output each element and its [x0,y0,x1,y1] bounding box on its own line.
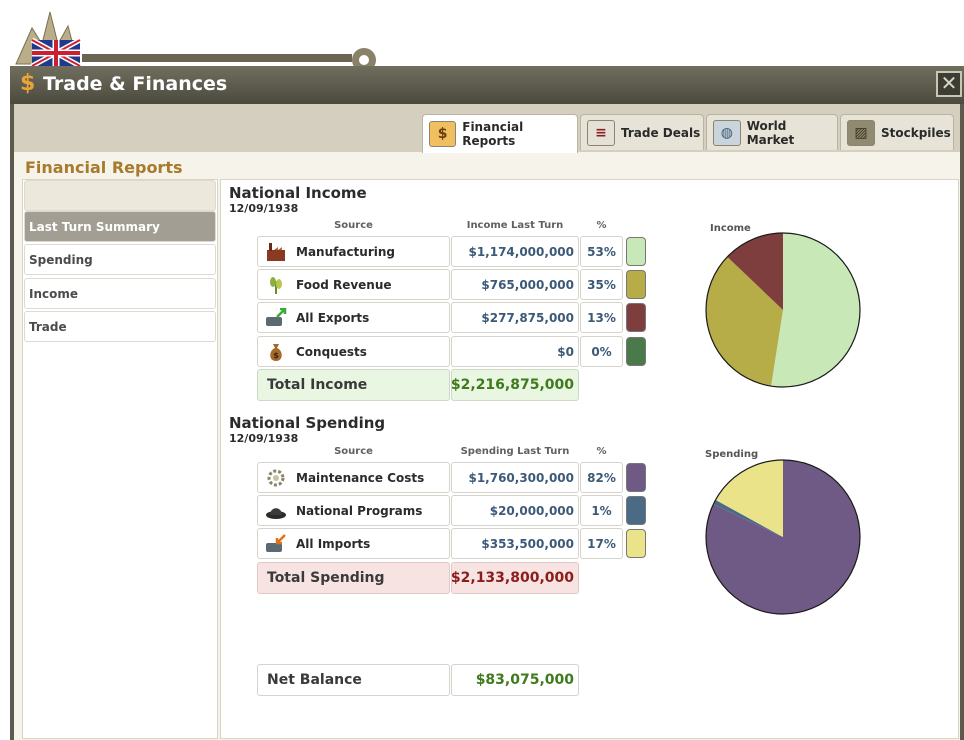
income-source-cell: $ Conquests [257,336,450,367]
net-balance-label: Net Balance [257,664,450,696]
income-source-name: All Exports [296,310,370,325]
income-color-swatch [626,270,646,299]
sidebar-item-blank [24,180,216,211]
tab-label: Trade Deals [621,125,701,140]
tab-bar: $ Financial Reports ≡ Trade Deals ◍ Worl… [14,104,960,153]
spending-color-swatch [626,496,646,525]
sidebar-item-trade[interactable]: Trade [24,311,216,342]
tab-label: World Market [746,118,795,147]
spending-source-cell: National Programs [257,495,450,526]
tab-trade-deals[interactable]: ≡ Trade Deals [580,114,704,150]
income-pct: 35% [580,269,623,300]
income-pie-chart [705,232,861,388]
spending-pie-chart [705,459,861,615]
title-bar: $ Trade & Finances ✕ [10,66,964,104]
window-content: $ Financial Reports ≡ Trade Deals ◍ Worl… [14,104,960,740]
spending-color-swatch [626,463,646,492]
spending-value: $353,500,000 [451,528,579,559]
income-col-pct: % [596,220,607,231]
income-source-name: Food Revenue [296,277,392,292]
spending-source-cell: Maintenance Costs [257,462,450,493]
sidebar-item-last-turn-summary[interactable]: Last Turn Summary [24,211,216,242]
spending-color-swatch [626,529,646,558]
total-income-label: Total Income [257,369,450,401]
gear-icon [264,467,288,489]
spending-col-value: Spending Last Turn [460,446,570,457]
report-sidebar: Last Turn Summary Spending Income Trade [22,179,218,739]
hat-icon [264,500,288,522]
spending-pct: 1% [580,495,623,526]
report-main-panel: National Income 12/09/1938 Source Income… [220,179,959,739]
spending-source-name: National Programs [296,503,423,518]
spending-source-cell: All Imports [257,528,450,559]
income-value: $0 [451,336,579,367]
sidebar-item-income[interactable]: Income [24,278,216,309]
income-pct: 13% [580,302,623,333]
income-source-cell: Food Revenue [257,269,450,300]
income-heading: National Income [229,184,367,202]
spending-source-name: All Imports [296,536,371,551]
spending-value: $20,000,000 [451,495,579,526]
total-spending-label: Total Spending [257,562,450,594]
factory-icon [264,241,288,263]
nation-emblem [12,4,392,72]
income-color-swatch [626,237,646,266]
dollar-icon: $ [20,71,36,96]
spending-date: 12/09/1938 [229,432,299,445]
sidebar-item-spending[interactable]: Spending [24,244,216,275]
total-spending-value: $2,133,800,000 [451,562,579,594]
close-icon[interactable]: ✕ [936,71,962,97]
spending-heading: National Spending [229,414,386,432]
income-date: 12/09/1938 [229,202,299,215]
tab-label: Financial Reports [462,120,524,148]
tab-stockpiles[interactable]: ▨ Stockpiles [840,114,954,150]
spending-source-name: Maintenance Costs [296,470,425,485]
income-source-cell: Manufacturing [257,236,450,267]
income-color-swatch [626,303,646,332]
svg-text:$: $ [273,351,279,360]
income-col-value: Income Last Turn [466,220,564,231]
income-value: $765,000,000 [451,269,579,300]
net-balance-value: $83,075,000 [451,664,579,696]
window-title: Trade & Finances [43,73,228,95]
import-icon [264,533,288,555]
export-icon [264,307,288,329]
spending-value: $1,760,300,000 [451,462,579,493]
total-income-value: $2,216,875,000 [451,369,579,401]
income-value: $1,174,000,000 [451,236,579,267]
spending-pct: 82% [580,462,623,493]
income-value: $277,875,000 [451,302,579,333]
income-col-source: Source [334,220,373,231]
income-source-cell: All Exports [257,302,450,333]
document-icon: ≡ [587,119,615,146]
tab-world-market[interactable]: ◍ World Market [706,114,838,150]
globe-icon: ◍ [713,119,741,146]
dollar-icon: $ [429,121,457,147]
income-pie-slice [771,233,860,387]
income-color-swatch [626,337,646,366]
income-pct: 0% [580,336,623,367]
spending-col-pct: % [596,446,607,457]
section-title: Financial Reports [25,158,183,177]
tab-label: Stockpiles [881,125,951,140]
income-source-name: Manufacturing [296,244,395,259]
money-bag-icon: $ [264,341,288,363]
income-source-name: Conquests [296,344,367,359]
income-pct: 53% [580,236,623,267]
wheat-icon [264,274,288,296]
trade-finances-window: $ Trade & Finances ✕ $ Financial Reports… [10,66,964,740]
tab-financial-reports[interactable]: $ Financial Reports [422,114,578,153]
crate-icon: ▨ [847,119,875,146]
spending-col-source: Source [334,446,373,457]
spending-pct: 17% [580,528,623,559]
